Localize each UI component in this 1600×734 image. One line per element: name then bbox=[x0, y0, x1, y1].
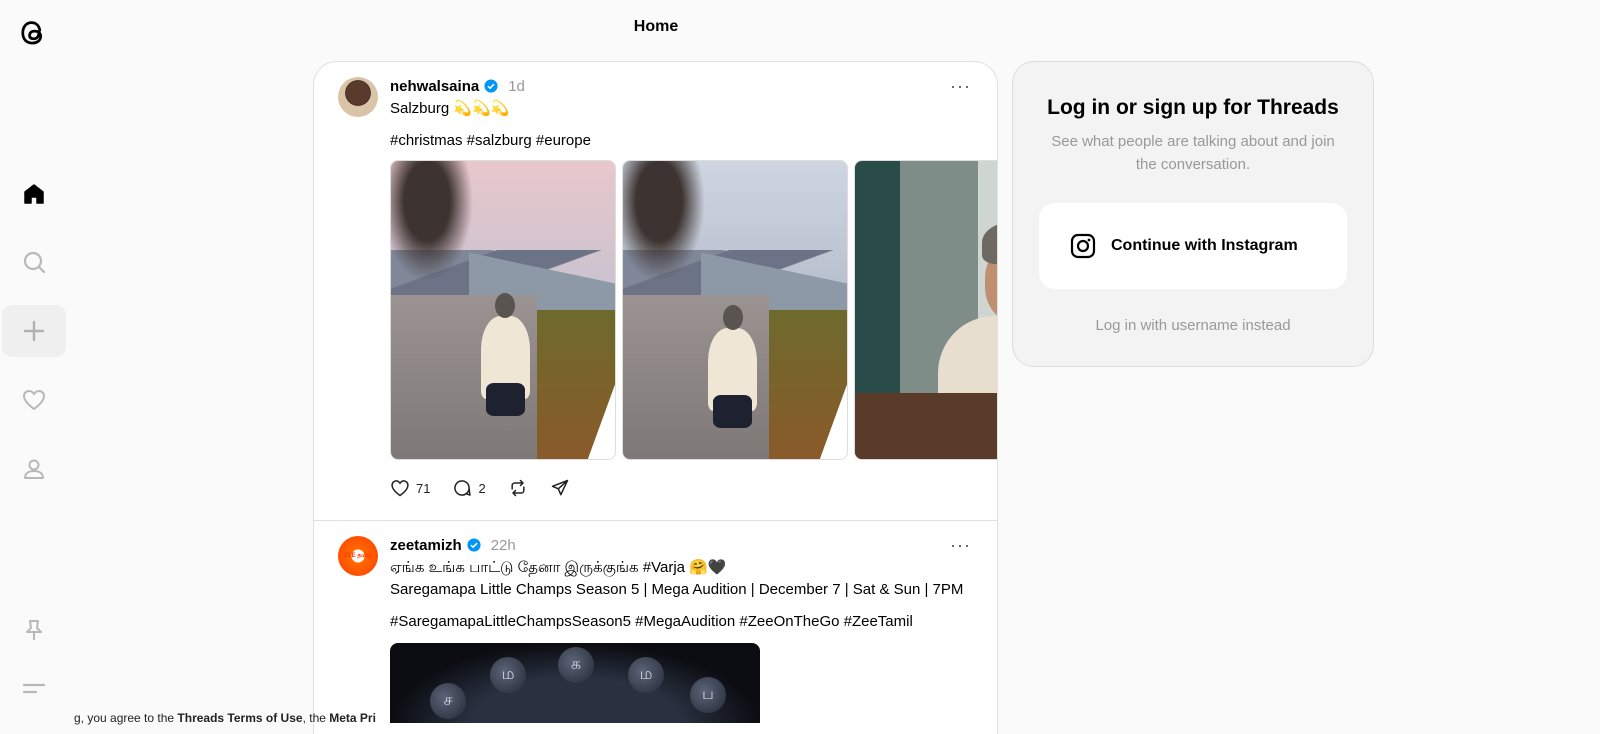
search-icon bbox=[23, 251, 46, 274]
post-username[interactable]: nehwalsaina bbox=[390, 78, 479, 95]
nav-create[interactable] bbox=[2, 305, 66, 357]
avatar[interactable] bbox=[338, 77, 378, 117]
heart-icon bbox=[22, 389, 46, 411]
nav-profile[interactable] bbox=[2, 443, 66, 495]
video-glyph: ம bbox=[490, 657, 526, 693]
nav-pinned[interactable] bbox=[2, 604, 66, 656]
video-glyph: ச bbox=[430, 683, 466, 719]
verified-badge-icon bbox=[467, 538, 481, 552]
repost-icon bbox=[511, 479, 525, 497]
heart-icon bbox=[391, 480, 409, 497]
more-options-icon[interactable]: ··· bbox=[950, 76, 971, 97]
post-text-line: ஏங்க உங்க பாட்டு தேனா இருக்குங்க #Varja … bbox=[390, 559, 727, 576]
send-icon bbox=[551, 479, 568, 496]
page-title: Home bbox=[633, 18, 679, 35]
post-time[interactable]: 1d bbox=[508, 78, 525, 95]
username-login-link[interactable]: Log in with username instead bbox=[1013, 317, 1373, 334]
repost-button[interactable] bbox=[508, 478, 528, 498]
post-actions: 71 2 bbox=[390, 460, 977, 516]
post-photo[interactable] bbox=[390, 160, 616, 460]
post-username[interactable]: zeetamizh bbox=[390, 537, 462, 554]
verified-badge-icon bbox=[484, 79, 498, 93]
post: ··· nehwalsaina 1d Salzburg 💫💫💫 #christm… bbox=[314, 62, 997, 520]
post-hashtags[interactable]: #christmas #salzburg #europe bbox=[390, 130, 977, 152]
nav-menu[interactable] bbox=[2, 662, 66, 714]
pin-icon bbox=[26, 620, 42, 640]
user-icon bbox=[24, 459, 44, 479]
post-text-line: Saregamapa Little Champs Season 5 | Mega… bbox=[390, 581, 964, 598]
post-hashtags[interactable]: #SaregamapaLittleChampsSeason5 #MegaAudi… bbox=[390, 611, 977, 633]
login-title: Log in or sign up for Threads bbox=[1047, 96, 1339, 119]
nav-activity[interactable] bbox=[2, 374, 66, 426]
comment-icon bbox=[454, 480, 472, 496]
nav-search[interactable] bbox=[2, 236, 66, 288]
instagram-icon bbox=[1070, 233, 1096, 259]
post-video[interactable]: ச ம க ம ப bbox=[390, 643, 760, 723]
nav-home[interactable] bbox=[2, 168, 66, 220]
avatar-logo-text: ZEE தமிழ் bbox=[344, 552, 372, 559]
threads-logo-icon bbox=[21, 21, 43, 45]
sidebar bbox=[0, 0, 68, 734]
post-time[interactable]: 22h bbox=[491, 537, 516, 554]
video-glyph: ப bbox=[690, 677, 726, 713]
menu-icon bbox=[22, 683, 46, 694]
avatar[interactable]: ZEE தமிழ் bbox=[338, 536, 378, 576]
home-icon bbox=[24, 184, 44, 204]
instagram-button-label: Continue with Instagram bbox=[1111, 237, 1298, 254]
plus-icon bbox=[23, 320, 45, 342]
video-glyph: ம bbox=[628, 657, 664, 693]
like-button[interactable]: 71 bbox=[390, 478, 430, 498]
more-options-icon[interactable]: ··· bbox=[950, 535, 971, 556]
post-photo[interactable] bbox=[622, 160, 848, 460]
footer-prefix: g, you agree to the bbox=[74, 711, 178, 725]
feed: ··· nehwalsaina 1d Salzburg 💫💫💫 #christm… bbox=[313, 61, 998, 734]
login-subtitle: See what people are talking about and jo… bbox=[1051, 133, 1335, 173]
like-count: 71 bbox=[416, 480, 431, 496]
footer-terms: g, you agree to the Threads Terms of Use… bbox=[74, 711, 392, 725]
share-button[interactable] bbox=[550, 478, 570, 498]
continue-with-instagram-button[interactable]: Continue with Instagram bbox=[1039, 203, 1347, 289]
terms-link[interactable]: Threads Terms of Use bbox=[177, 711, 302, 725]
login-panel: Log in or sign up for Threads See what p… bbox=[1012, 61, 1374, 367]
reply-count: 2 bbox=[478, 480, 486, 496]
media-carousel[interactable] bbox=[390, 160, 997, 460]
post-text: Salzburg 💫💫💫 bbox=[390, 100, 510, 117]
video-glyph: க bbox=[558, 647, 594, 683]
reply-button[interactable]: 2 bbox=[452, 478, 486, 498]
post-photo[interactable] bbox=[854, 160, 997, 460]
footer-middle: , the bbox=[302, 711, 330, 725]
privacy-link[interactable]: Meta Pri bbox=[329, 711, 376, 725]
threads-logo[interactable] bbox=[14, 12, 52, 52]
post: ZEE தமிழ் ··· zeetamizh 22h ஏங்க உங்க பா… bbox=[314, 520, 997, 723]
